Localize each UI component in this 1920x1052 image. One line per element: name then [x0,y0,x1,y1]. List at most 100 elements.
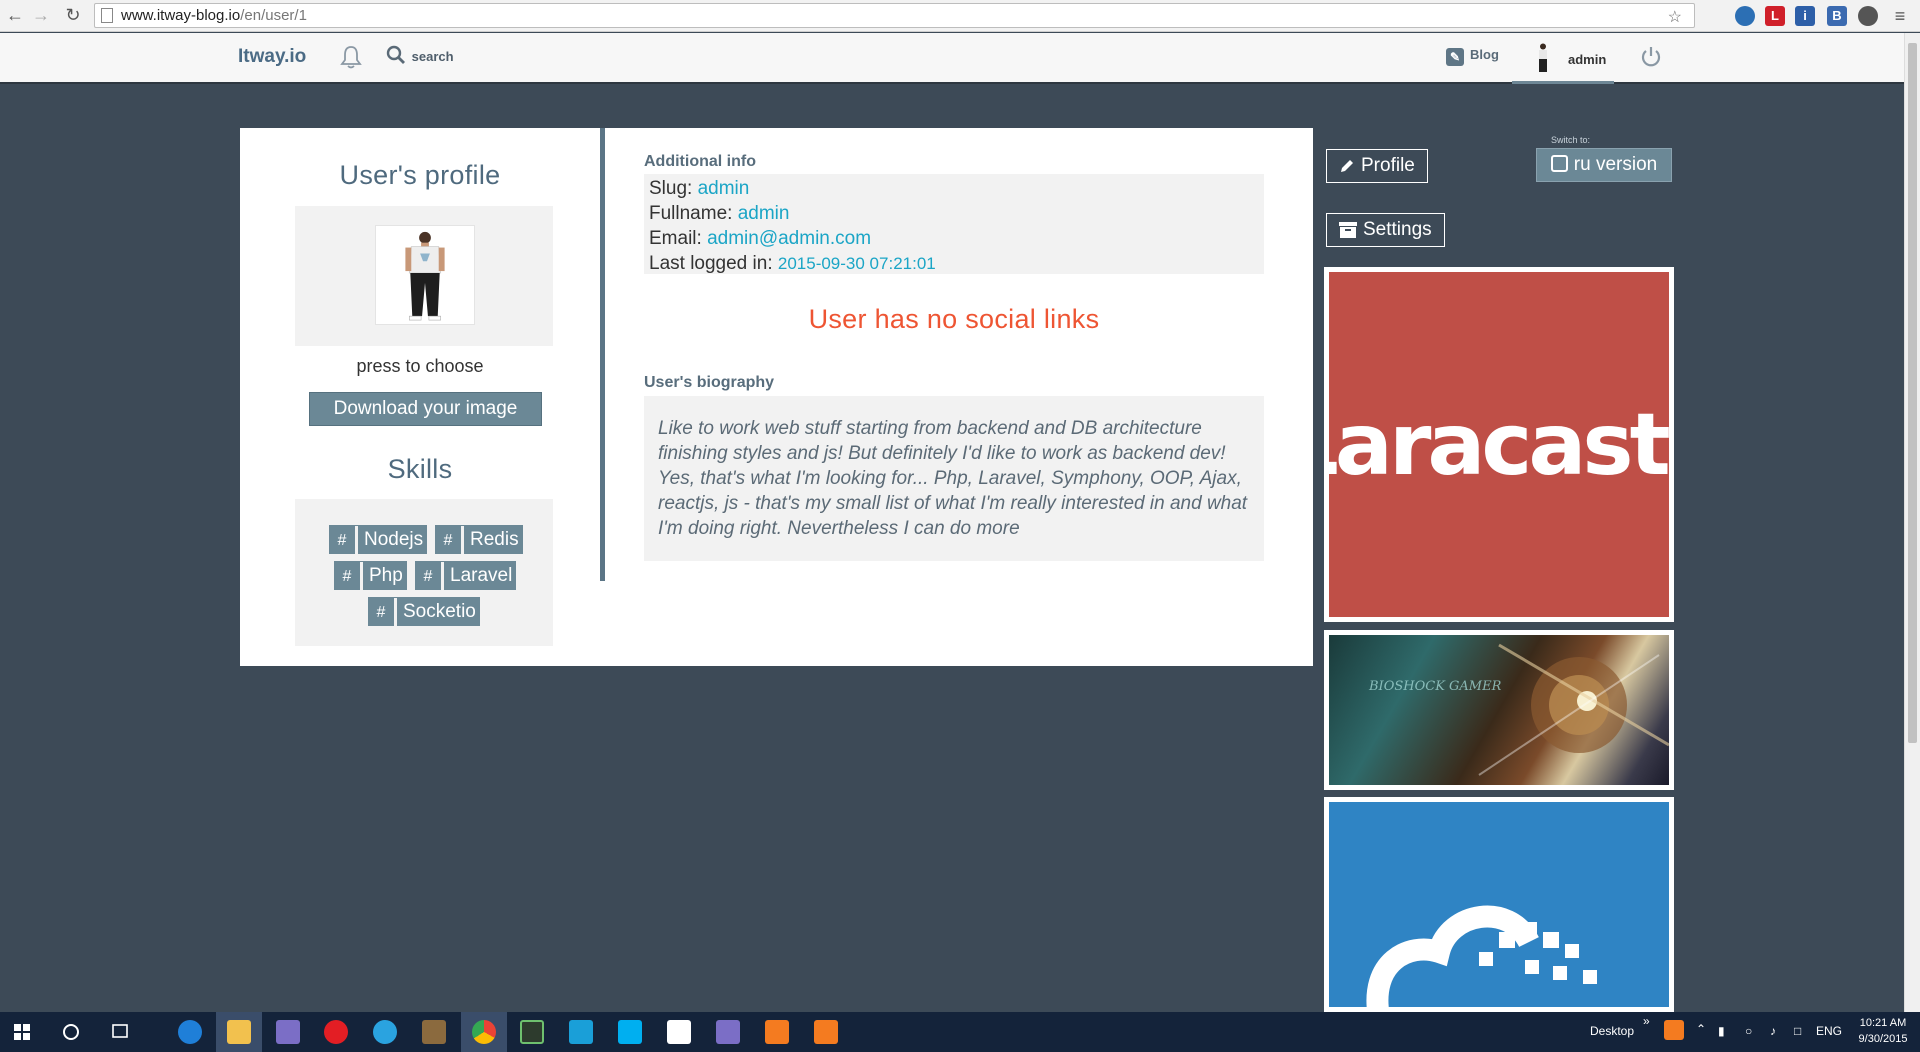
biography-label: User's biography [644,374,775,391]
skype-icon[interactable] [618,1020,642,1044]
battery-icon[interactable]: ▮ [1718,1024,1725,1038]
profile-button[interactable]: Profile [1326,149,1428,183]
last-login-row: Last logged in: 2015-09-30 07:21:01 [649,251,1259,276]
bookmark-star-icon[interactable]: ☆ [1668,6,1688,29]
user-menu[interactable]: admin [1512,33,1614,84]
ru-version-label: ru version [1573,154,1658,175]
press-to-choose-label: press to choose [356,356,484,376]
clock-date: 9/30/2015 [1858,1033,1908,1045]
skill-label: Redis [470,529,519,550]
laracasts-logo: Laracasts [1329,394,1669,495]
translate-icon [1550,155,1568,172]
xampp-2-icon[interactable] [814,1020,838,1044]
page-scrollbar[interactable] [1904,33,1920,1013]
bell-icon[interactable] [340,45,362,69]
skill-label: Php [369,565,403,586]
download-image-button[interactable]: Download your image [309,392,542,426]
windows-start-icon[interactable] [14,1024,30,1040]
wifi-icon[interactable]: ○ [1745,1024,1752,1038]
page-icon [101,8,113,23]
settings-button[interactable]: Settings [1326,213,1445,247]
avatar [1539,43,1547,72]
system-clock[interactable]: 10:21 AM 9/30/2015 [1850,1015,1916,1047]
user-avatar-image[interactable] [375,225,475,325]
skill-tag-redis[interactable]: # Redis [435,525,523,555]
archive-icon [1339,222,1357,238]
desktop-toolbar-label[interactable]: Desktop [1590,1024,1634,1038]
last-login-label: Last logged in: [649,253,773,274]
skills-panel: # Nodejs # Redis # Php # Laravel # Socketio [295,499,553,646]
email-label: Email: [649,228,702,249]
chrome-icon[interactable] [472,1020,496,1044]
additional-info-panel: Slug: admin Fullname: admin Email: admin… [644,174,1264,274]
skill-tag-laravel[interactable]: # Laravel [415,561,517,591]
extension-globe-icon[interactable] [1735,6,1755,26]
skill-tag-nodejs[interactable]: # Nodejs [329,525,428,555]
reload-icon[interactable]: ↻ [62,4,84,26]
sync-app-icon[interactable] [373,1020,397,1044]
scrollbar-thumb[interactable] [1908,43,1917,743]
profile-left-column: User's profile press to choose Download … [240,128,600,666]
switch-to-label: Switch to: [1551,135,1591,145]
brand-logo[interactable]: Itway.io [238,46,306,68]
webstorm-icon[interactable] [569,1020,593,1044]
phpstorm-2-icon[interactable] [716,1020,740,1044]
skill-label: Laravel [450,565,513,586]
cloud-ad[interactable] [1324,797,1674,1012]
yandex-icon[interactable] [324,1020,348,1044]
laracasts-ad[interactable]: Laracasts [1324,267,1674,622]
volume-icon[interactable]: ♪ [1770,1024,1776,1038]
extension-b-icon[interactable]: B [1827,6,1847,26]
tray-app-icon[interactable] [1664,1020,1684,1040]
notifications-icon[interactable]: □ [1794,1024,1801,1038]
blog-link[interactable]: ✎ Blog [1446,47,1499,66]
email-value[interactable]: admin@admin.com [707,228,871,249]
search-link[interactable]: search [386,45,454,65]
extension-info-icon[interactable]: i [1795,6,1815,26]
profile-button-label: Profile [1361,155,1415,176]
phpstorm-icon[interactable] [276,1020,300,1044]
avatar-panel[interactable] [295,206,553,346]
back-arrow-icon[interactable]: ← [4,4,26,26]
ru-version-button[interactable]: ru version [1536,148,1672,182]
address-bar[interactable]: www.itway-blog.io/en/user/1 ☆ [94,3,1695,28]
skill-label: Nodejs [364,529,424,550]
media-icon[interactable] [667,1020,691,1044]
pencil-icon [1341,160,1353,172]
clock-time: 10:21 AM [1859,1017,1907,1029]
email-row: Email: admin@admin.com [649,226,1259,251]
app-icon[interactable] [422,1020,446,1044]
browser-menu-icon[interactable]: ≡ [1890,6,1910,26]
edge-icon[interactable] [178,1020,202,1044]
hash-icon: # [329,526,358,555]
bioshock-ad[interactable]: BIOSHOCK GAMER [1324,630,1674,790]
skills-title: Skills [387,454,453,484]
search-icon [386,45,405,64]
search-label: search [411,49,454,64]
slug-row: Slug: admin [649,176,1259,201]
toolbar-expand-icon[interactable]: » [1643,1014,1650,1028]
user-name: admin [1568,52,1607,67]
skill-tag-socketio[interactable]: # Socketio [368,597,480,627]
tray-expand-icon[interactable]: ⌃ [1696,1022,1706,1036]
editor-icon[interactable] [520,1020,544,1044]
forward-arrow-icon[interactable]: → [30,4,52,26]
hash-icon: # [435,526,464,555]
file-explorer-icon[interactable] [227,1020,251,1044]
xampp-icon[interactable] [765,1020,789,1044]
no-social-links-message: User has no social links [808,304,1100,334]
power-icon[interactable] [1640,45,1662,69]
language-indicator[interactable]: ENG [1816,1024,1842,1038]
bioshock-art [1478,643,1669,776]
biography-text: Like to work web stuff starting from bac… [644,396,1264,561]
task-view-icon[interactable] [110,1024,130,1040]
settings-button-label: Settings [1363,219,1432,240]
blog-label: Blog [1470,47,1499,62]
extension-sync-icon[interactable] [1858,6,1878,26]
pencil-icon: ✎ [1446,48,1464,66]
extension-l-icon[interactable]: L [1765,6,1785,26]
url-host: www.itway-blog.io [121,7,241,24]
cortana-icon[interactable] [62,1023,80,1041]
skill-tag-php[interactable]: # Php [334,561,407,591]
bioshock-gamer-text: BIOSHOCK GAMER [1369,679,1502,694]
